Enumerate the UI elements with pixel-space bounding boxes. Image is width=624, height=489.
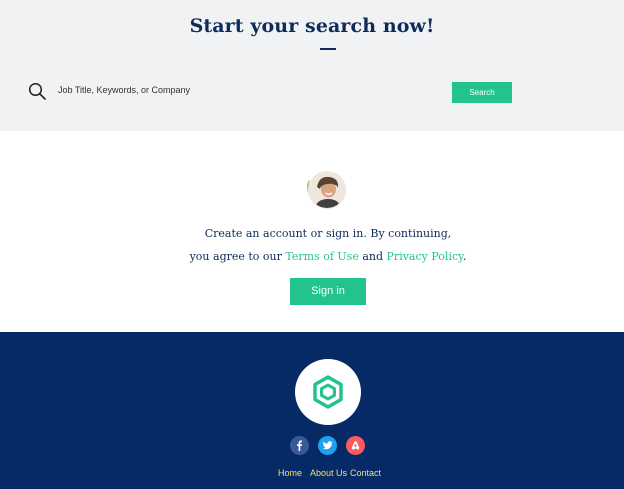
privacy-policy-link[interactable]: Privacy Policy (387, 250, 463, 263)
footer-link-contact[interactable]: Contact (350, 468, 381, 478)
sign-in-button[interactable]: Sign in (290, 278, 366, 305)
terms-of-use-link[interactable]: Terms of Use (285, 250, 358, 263)
avatar (309, 172, 345, 208)
footer-link-home[interactable]: Home (278, 468, 302, 478)
account-prompt-line-2: you agree to our Terms of Use and Privac… (0, 250, 624, 263)
account-prompt-line-1: Create an account or sign in. By continu… (204, 227, 452, 240)
page-headline: Start your search now! (189, 15, 435, 37)
facebook-icon[interactable] (290, 436, 309, 455)
logo-badge[interactable] (295, 359, 361, 425)
hexagon-logo-icon (313, 375, 343, 409)
and-text: and (358, 250, 387, 263)
search-button[interactable]: Search (452, 82, 512, 103)
footer: Home About Us Contact (0, 332, 624, 489)
footer-link-about-us[interactable]: About Us (310, 468, 347, 478)
search-section: Start your search now! Search (0, 0, 624, 131)
agree-prefix-text: you agree to our (189, 250, 286, 263)
airbnb-icon[interactable] (346, 436, 365, 455)
headline-divider (320, 48, 336, 50)
avatar-portrait-icon (309, 172, 345, 208)
period-text: . (462, 250, 467, 263)
magnifier-icon[interactable] (28, 82, 46, 100)
twitter-icon[interactable] (318, 436, 337, 455)
search-input[interactable] (52, 80, 442, 100)
